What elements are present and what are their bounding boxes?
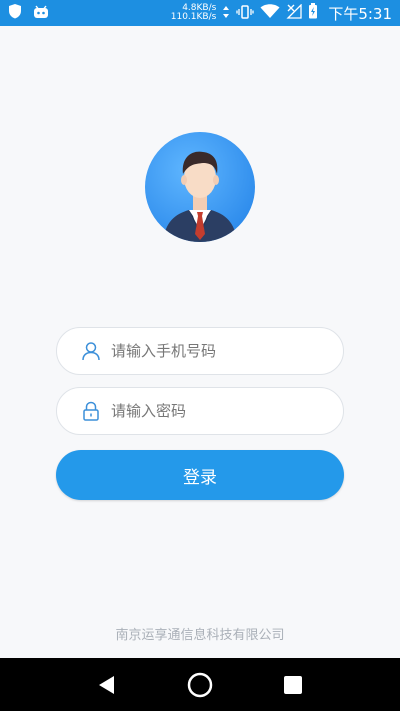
- user-icon: [81, 341, 101, 361]
- status-right: 4.8KB/s 110.1KB/s 下午5:31: [171, 2, 392, 24]
- recents-icon[interactable]: [278, 670, 308, 700]
- status-left: [8, 3, 50, 23]
- user-avatar: [145, 132, 255, 242]
- phone-field[interactable]: [56, 327, 344, 375]
- status-bar: 4.8KB/s 110.1KB/s 下午5:31: [0, 0, 400, 26]
- speed-down-text: 110.1KB/s: [170, 12, 217, 22]
- login-button[interactable]: 登录: [56, 450, 344, 500]
- battery-charging-icon: [308, 3, 318, 23]
- lock-icon: [81, 401, 101, 421]
- shield-icon: [8, 3, 22, 23]
- vibrate-icon: [236, 4, 254, 23]
- updown-arrows-icon: [222, 4, 230, 23]
- back-icon[interactable]: [92, 670, 122, 700]
- home-icon[interactable]: [185, 670, 215, 700]
- status-time: 下午5:31: [328, 4, 392, 23]
- businessman-avatar-icon: [163, 151, 237, 242]
- navigation-bar: [0, 658, 400, 711]
- password-input[interactable]: [111, 402, 331, 420]
- network-speed: 4.8KB/s 110.1KB/s: [171, 4, 217, 22]
- company-name: 南京运享通信息科技有限公司: [115, 628, 285, 643]
- phone-input[interactable]: [111, 342, 331, 360]
- wifi-icon: [260, 3, 280, 23]
- android-icon: [32, 4, 50, 23]
- password-field[interactable]: [56, 387, 344, 435]
- login-screen: 登录 南京运享通信息科技有限公司: [0, 26, 400, 658]
- no-signal-icon: [286, 2, 302, 23]
